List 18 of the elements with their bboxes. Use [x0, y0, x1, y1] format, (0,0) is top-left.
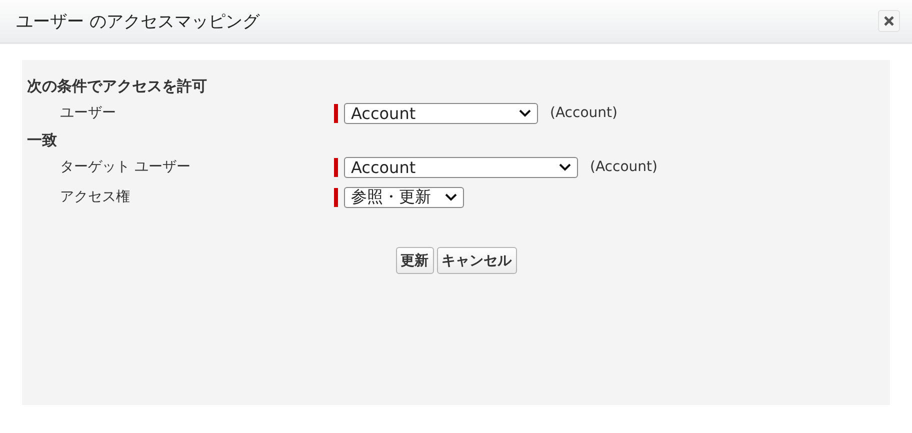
action-button[interactable]: 更新	[396, 247, 434, 274]
chevron-down-icon	[559, 163, 571, 171]
chevron-down-icon	[445, 193, 457, 201]
action-button[interactable]: キャンセル	[436, 247, 516, 274]
chevron-down-icon	[519, 109, 531, 117]
section-heading: 一致	[27, 130, 58, 151]
field-label: ユーザー	[59, 104, 117, 122]
dropdown[interactable]: Account	[344, 156, 578, 178]
section-heading: 次の条件でアクセスを許可	[27, 76, 208, 97]
field-note: (Account)	[550, 105, 618, 121]
dropdown[interactable]: 参照・更新	[344, 186, 464, 208]
close-button[interactable]	[878, 10, 900, 32]
dialog-title: ユーザー のアクセスマッピング	[16, 10, 260, 32]
close-icon	[884, 16, 894, 26]
dropdown[interactable]: Account	[344, 102, 538, 124]
field-label: アクセス権	[59, 188, 131, 206]
field-note: (Account)	[590, 159, 658, 175]
field-label: ターゲット ユーザー	[59, 158, 192, 176]
